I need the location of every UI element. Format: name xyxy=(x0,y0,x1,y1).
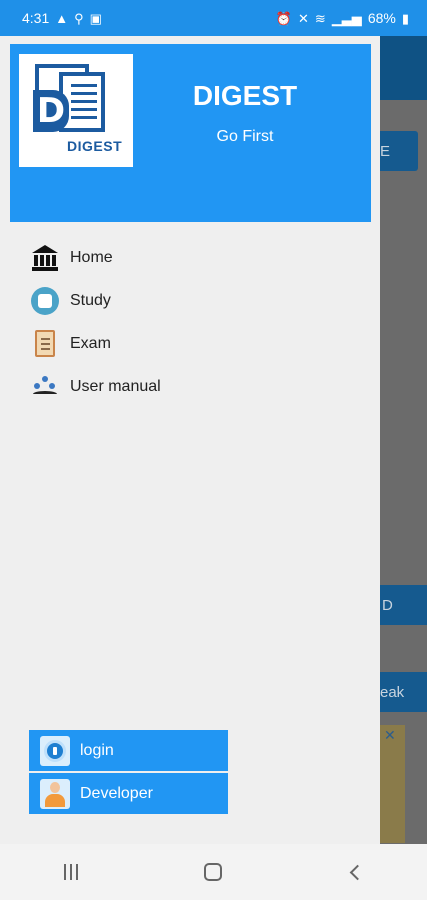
bank-icon xyxy=(30,243,60,273)
alert-icon: ▲ xyxy=(55,10,69,26)
battery-level: 68% xyxy=(367,10,396,26)
logo-line xyxy=(71,116,97,119)
logo-line xyxy=(71,84,97,87)
background-button-1-label: E xyxy=(380,142,391,160)
status-time: 4:31 xyxy=(22,10,50,26)
menu-item-study[interactable]: Study xyxy=(30,279,360,322)
usb-icon: ⚲ xyxy=(74,10,84,26)
navigation-drawer: D DIGEST DIGEST Go First Home Study Exam xyxy=(0,36,380,844)
recent-apps-button[interactable] xyxy=(41,852,101,892)
developer-button[interactable]: Developer xyxy=(29,773,228,814)
menu-item-home[interactable]: Home xyxy=(30,236,360,279)
wifi-icon: ≋ xyxy=(314,10,326,26)
background-button-2-label: D xyxy=(382,596,393,614)
ad-close-icon: ✕ xyxy=(384,727,396,743)
background-button-3-label: eak xyxy=(380,683,405,701)
background-button-2: D xyxy=(380,585,427,625)
user-manual-icon xyxy=(30,372,60,402)
alarm-icon: ⏰ xyxy=(275,10,292,26)
drawer-bottom-buttons: login Developer xyxy=(29,730,228,816)
home-icon xyxy=(204,863,223,881)
mute-icon: ✕ xyxy=(298,10,309,26)
study-icon xyxy=(30,286,60,316)
logo-line xyxy=(71,108,97,111)
status-right: ⏰ ✕ ≋ ▁▃▅ 68% ▮ xyxy=(276,10,409,26)
back-button[interactable] xyxy=(326,852,386,892)
menu-item-user-manual[interactable]: User manual xyxy=(30,365,360,408)
system-nav-bar xyxy=(0,844,427,900)
logo-word: DIGEST xyxy=(67,138,123,154)
login-button[interactable]: login xyxy=(29,730,228,771)
app-logo: D DIGEST xyxy=(19,54,133,167)
signal-icon: ▁▃▅ xyxy=(331,10,362,26)
battery-icon: ▮ xyxy=(401,10,409,26)
app-title: DIGEST xyxy=(192,80,298,111)
login-button-label: login xyxy=(80,741,114,759)
developer-button-label: Developer xyxy=(80,784,153,802)
background-button-3: eak xyxy=(380,672,427,712)
exam-clipboard-icon xyxy=(30,329,60,359)
login-icon xyxy=(40,735,70,766)
drawer-header: D DIGEST DIGEST Go First xyxy=(10,44,371,222)
menu-item-label: Exam xyxy=(70,334,111,352)
drawer-menu: Home Study Exam User manual xyxy=(30,236,360,408)
recent-apps-icon xyxy=(64,864,79,880)
menu-item-label: Study xyxy=(70,291,111,309)
background-app-header xyxy=(380,36,427,100)
status-left: 4:31 ▲ ⚲ ▣ xyxy=(22,10,102,26)
logo-line xyxy=(71,100,97,103)
app-subtitle: Go First xyxy=(216,128,274,145)
status-bar: 4:31 ▲ ⚲ ▣ ⏰ ✕ ≋ ▁▃▅ 68% ▮ xyxy=(0,0,427,36)
image-icon: ▣ xyxy=(89,10,102,26)
logo-line xyxy=(71,92,97,95)
menu-item-label: User manual xyxy=(70,377,161,395)
back-icon xyxy=(350,864,366,880)
home-button[interactable] xyxy=(183,852,243,892)
developer-icon xyxy=(40,778,70,809)
menu-item-label: Home xyxy=(70,248,113,266)
menu-item-exam[interactable]: Exam xyxy=(30,322,360,365)
logo-letter: D xyxy=(33,90,69,132)
